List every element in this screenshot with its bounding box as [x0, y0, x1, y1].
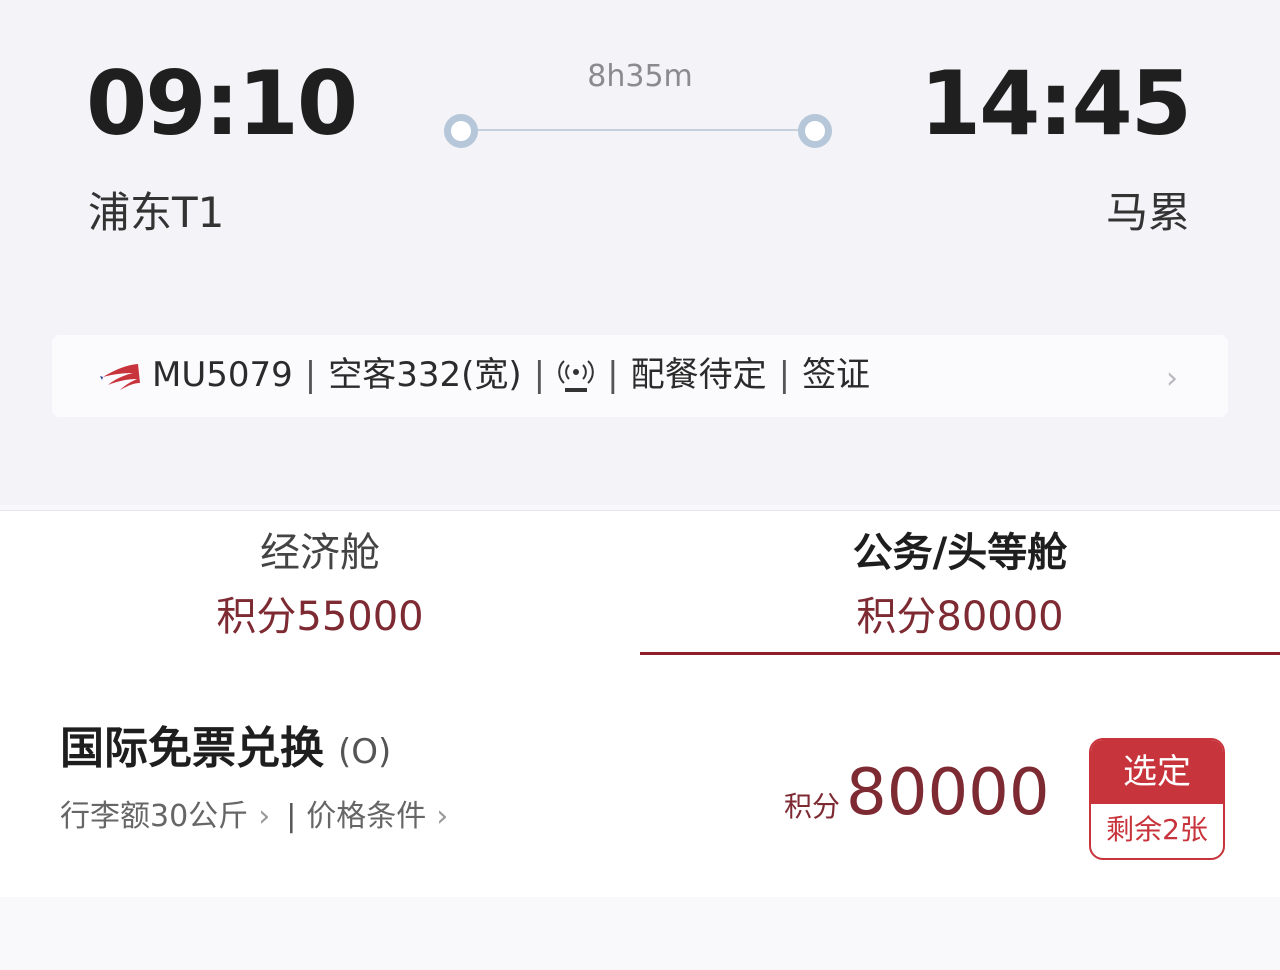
- arrival-airport: 马累: [1105, 188, 1190, 237]
- route-line: [462, 129, 818, 131]
- remaining-seats: 剩余2张: [1106, 813, 1208, 846]
- chevron-right-icon: ›: [436, 799, 449, 834]
- flight-summary: 09:10 浦东T1 8h35m 14:45 马累 MU5079 | 空客332…: [0, 0, 1280, 505]
- select-label: 选定: [1091, 740, 1223, 804]
- flight-duration: 8h35m: [587, 59, 693, 94]
- price-conditions: 价格条件: [306, 799, 427, 834]
- china-eastern-logo-icon: [100, 364, 140, 390]
- price-label: 积分: [784, 790, 841, 823]
- baggage-allowance-link[interactable]: 行李额30公斤 ›: [60, 799, 276, 834]
- separator: |: [533, 355, 546, 395]
- meal-info: 配餐待定: [630, 355, 767, 395]
- fare-title: 国际免票兑换 (O): [60, 727, 391, 771]
- baggage-allowance: 行李额30公斤: [60, 799, 249, 834]
- departure-time: 09:10: [86, 52, 358, 155]
- fare-details: 行李额30公斤 › | 价格条件 ›: [60, 802, 454, 832]
- visa-info: 签证: [802, 355, 871, 395]
- flight-info-bar[interactable]: MU5079 | 空客332(宽) | | 配餐待定 | 签证 ›: [52, 335, 1228, 417]
- separator: |: [607, 355, 619, 395]
- fare-name: 国际免票兑换: [60, 723, 324, 774]
- aircraft-type: 空客332(宽): [328, 355, 522, 395]
- wifi-icon: [558, 359, 594, 392]
- price-value: 80000: [846, 756, 1050, 830]
- separator: |: [304, 355, 317, 395]
- separator: |: [286, 799, 297, 834]
- separator: |: [778, 355, 791, 395]
- chevron-right-icon: ›: [258, 799, 271, 834]
- tab-economy[interactable]: 经济舱 积分55000: [0, 511, 640, 657]
- fare-row: 国际免票兑换 (O) 行李额30公斤 › | 价格条件 › 积分 80000 选定 剩余2…: [0, 657, 1280, 897]
- destination-dot-icon: [798, 114, 832, 148]
- cabin-tabs: 经济舱 积分55000 公务/头等舱 积分80000: [0, 510, 1280, 657]
- tab-label: 公务/头等舱: [852, 530, 1068, 576]
- select-fare-button[interactable]: 选定 剩余2张: [1089, 738, 1225, 860]
- flight-info-text: MU5079 | 空客332(宽) | | 配餐待定 | 签证: [152, 355, 871, 395]
- tab-label: 经济舱: [260, 530, 380, 576]
- price-conditions-link[interactable]: 价格条件 ›: [306, 799, 454, 834]
- chevron-right-icon: ›: [1166, 361, 1178, 396]
- arrival-time: 14:45: [919, 52, 1192, 155]
- footer-spacer: [0, 897, 1280, 970]
- fare-class-code: (O): [338, 732, 392, 772]
- flight-detail-page: 09:10 浦东T1 8h35m 14:45 马累 MU5079 | 空客332…: [0, 0, 1280, 970]
- tab-points: 积分55000: [216, 594, 424, 640]
- flight-number: MU5079: [152, 355, 293, 395]
- tab-business-first[interactable]: 公务/头等舱 积分80000: [640, 511, 1280, 657]
- tab-points: 积分80000: [856, 594, 1064, 640]
- departure-airport: 浦东T1: [88, 188, 225, 237]
- active-tab-indicator: [640, 652, 1280, 655]
- origin-dot-icon: [444, 114, 478, 148]
